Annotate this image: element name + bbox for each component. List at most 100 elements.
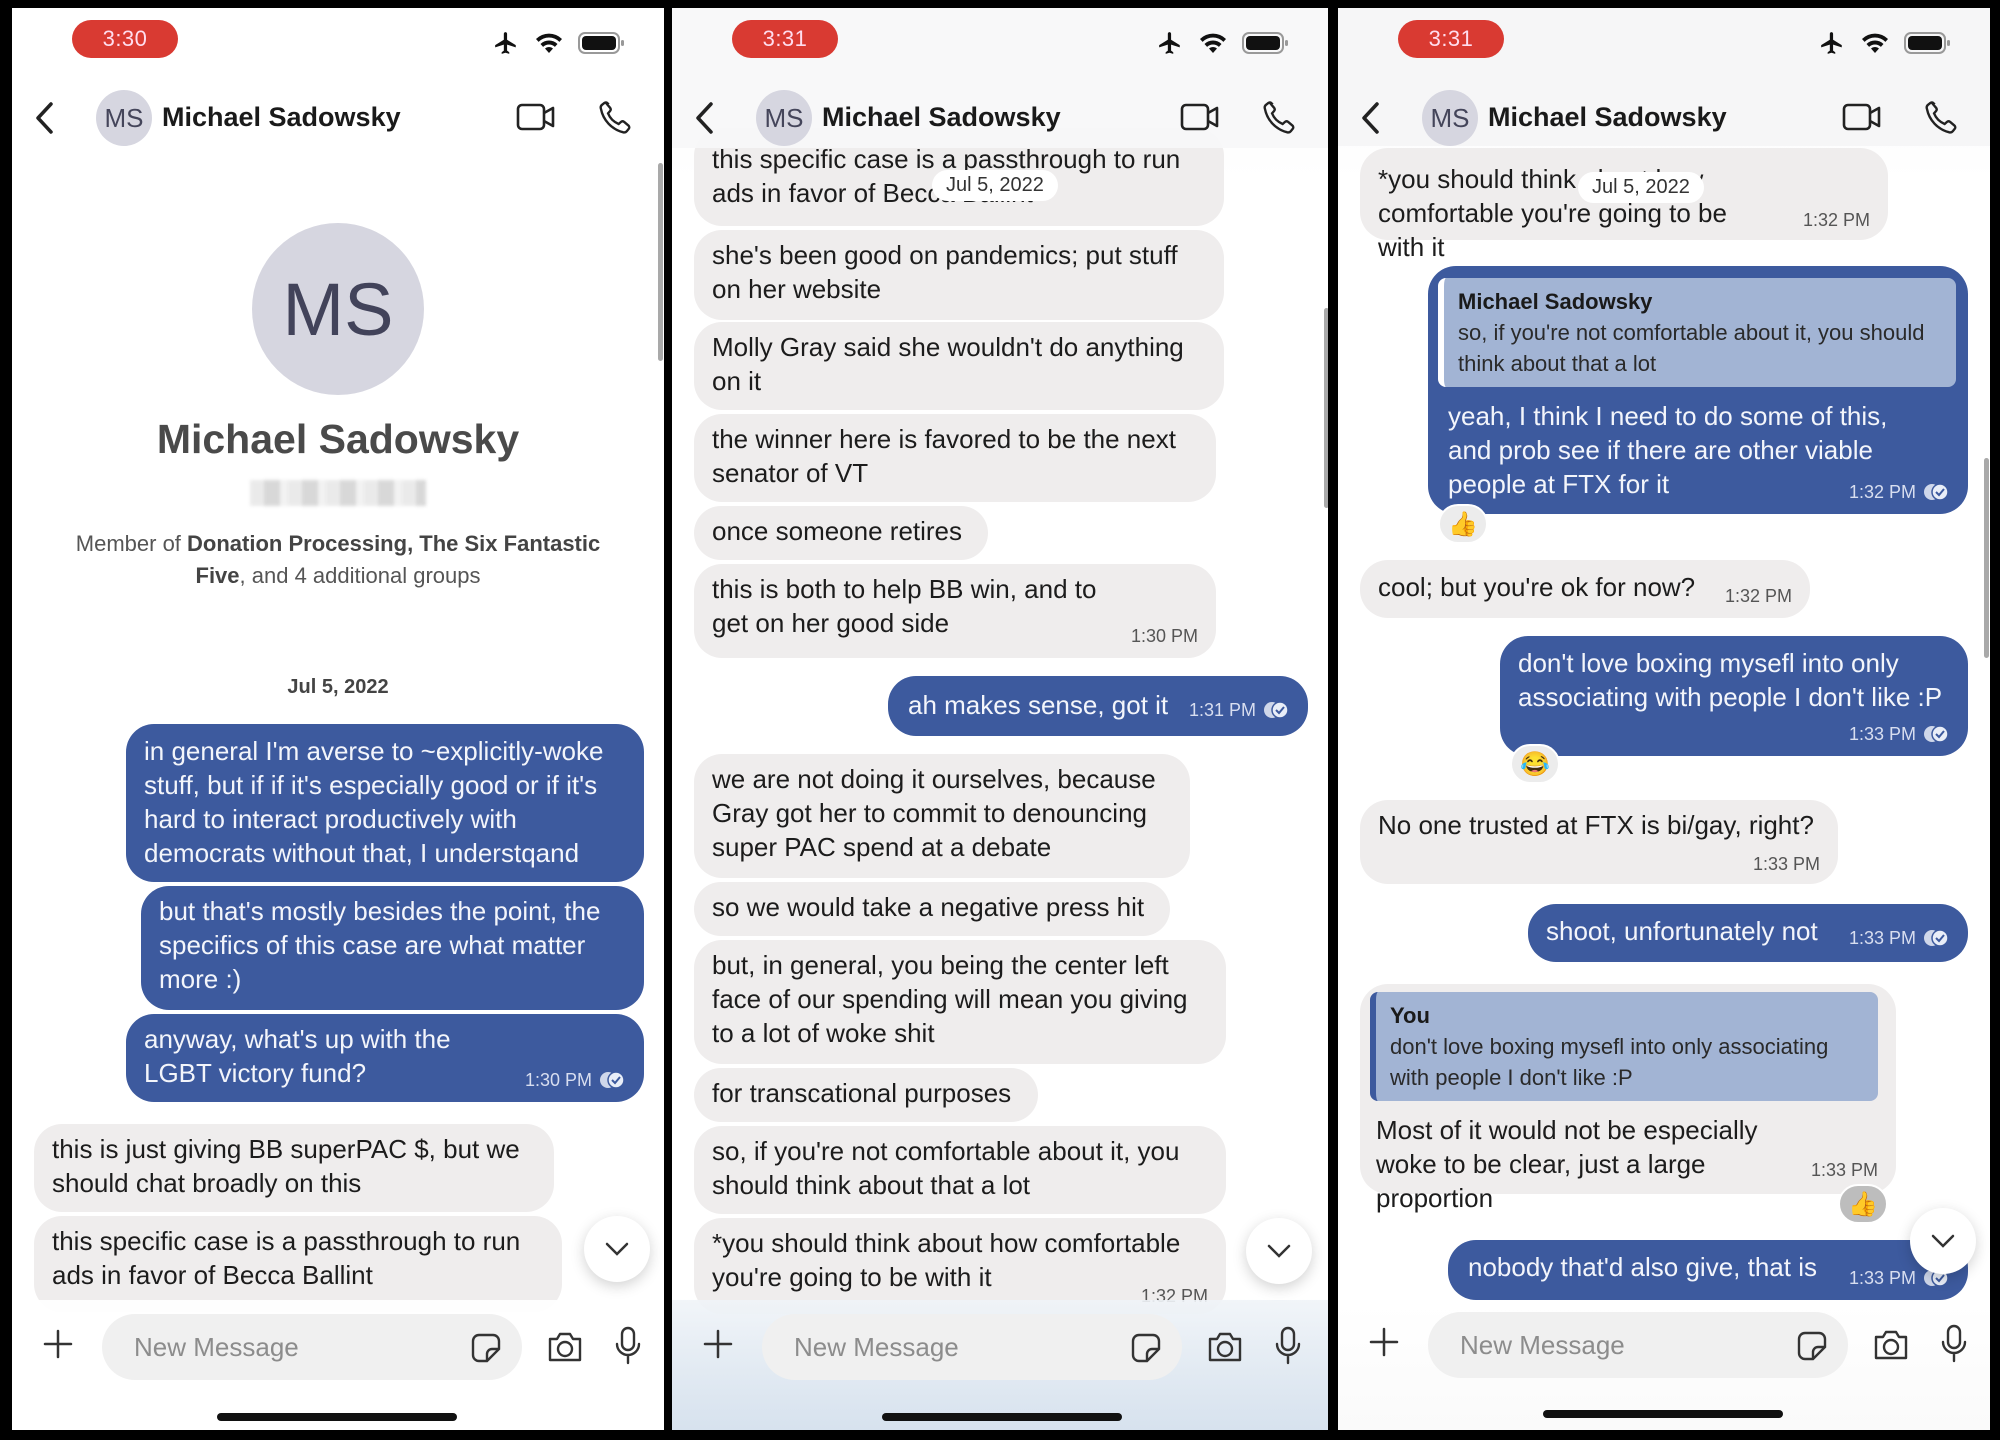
status-time: 3:30 (72, 20, 178, 58)
reply-quote[interactable]: You don't love boxing mysefl into only a… (1370, 992, 1878, 1101)
new-message-input[interactable] (1428, 1312, 1848, 1378)
voice-message-button[interactable] (1274, 1326, 1302, 1371)
floating-date-pill: Jul 5, 2022 (932, 170, 1058, 201)
date-separator: Jul 5, 2022 (287, 676, 389, 698)
message-bubble[interactable]: this is just giving BB superPAC $, but w… (34, 1124, 554, 1212)
message-bubble[interactable]: for transcational purposes (694, 1068, 1038, 1122)
sticker-button[interactable] (1796, 1330, 1828, 1367)
message-bubble[interactable]: so, if you're not comfortable about it, … (694, 1126, 1226, 1214)
scroll-to-bottom-button[interactable] (1910, 1208, 1976, 1274)
message-bubble[interactable]: anyway, what's up with the LGBT victory … (126, 1014, 644, 1102)
sticker-icon (1797, 1331, 1827, 1361)
battery-icon (1904, 32, 1950, 54)
scrollbar[interactable] (658, 163, 663, 361)
avatar[interactable]: MS (96, 90, 152, 146)
voice-call-button[interactable] (596, 98, 634, 141)
scroll-to-bottom-button[interactable] (1246, 1218, 1312, 1284)
voice-message-button[interactable] (1940, 1324, 1968, 1369)
message-timestamp: 1:30 PM (1130, 626, 1198, 646)
message-composer (1338, 1308, 1990, 1378)
sticker-button[interactable] (1130, 1332, 1162, 1369)
message-bubble[interactable]: but that's mostly besides the point, the… (141, 886, 644, 1010)
wifi-icon (1200, 33, 1226, 53)
reaction-badge[interactable]: 👍 (1838, 1184, 1888, 1224)
voice-call-button[interactable] (1260, 98, 1298, 141)
camera-button[interactable] (546, 1330, 584, 1369)
add-attachment-button[interactable] (1368, 1326, 1400, 1363)
contact-name[interactable]: Michael Sadowsky (162, 102, 401, 133)
camera-button[interactable] (1206, 1330, 1244, 1369)
camera-button[interactable] (1872, 1328, 1910, 1367)
message-bubble[interactable]: this specific case is a passthrough to r… (34, 1216, 562, 1312)
add-attachment-button[interactable] (42, 1328, 74, 1365)
message-bubble[interactable]: so we would take a negative press hit (694, 882, 1170, 936)
read-receipt-icon (1924, 929, 1949, 947)
add-attachment-button[interactable] (702, 1328, 734, 1365)
back-button[interactable] (1352, 98, 1388, 138)
message-bubble[interactable]: Molly Gray said she wouldn't do anything… (694, 322, 1224, 410)
chevron-down-icon (1931, 1234, 1955, 1248)
message-timestamp: 1:31 PM (1189, 700, 1290, 720)
message-bubble[interactable]: nobody that'd also give, that is 1:33 PM (1448, 1240, 1968, 1300)
reaction-badge[interactable]: 😂 (1510, 744, 1560, 784)
battery-icon (578, 32, 624, 54)
voice-message-button[interactable] (614, 1326, 642, 1371)
message-bubble[interactable]: Michael Sadowsky so, if you're not comfo… (1428, 266, 1968, 514)
microphone-icon (1941, 1324, 1967, 1363)
message-bubble[interactable]: once someone retires (694, 506, 988, 560)
message-bubble[interactable]: in general I'm averse to ~explicitly-wok… (126, 724, 644, 882)
reaction-badge[interactable]: 👍 (1438, 504, 1488, 544)
avatar[interactable]: MS (756, 90, 812, 146)
camera-icon (548, 1332, 582, 1362)
avatar[interactable]: MS (1422, 90, 1478, 146)
chevron-left-icon (36, 102, 53, 134)
sticker-button[interactable] (470, 1332, 502, 1369)
chevron-down-icon (605, 1242, 629, 1256)
scrollbar[interactable] (1984, 458, 1989, 658)
video-camera-icon (1842, 103, 1881, 131)
back-button[interactable] (26, 98, 62, 138)
message-bubble[interactable]: the winner here is favored to be the nex… (694, 414, 1216, 502)
home-indicator (1543, 1410, 1783, 1418)
message-bubble[interactable]: don't love boxing mysefl into only assoc… (1500, 636, 1968, 756)
status-icons (1818, 30, 1950, 56)
message-composer (12, 1310, 664, 1380)
message-timestamp: 1:32 PM (1724, 586, 1792, 606)
message-bubble[interactable]: but, in general, you being the center le… (694, 940, 1226, 1064)
voice-call-button[interactable] (1922, 98, 1960, 141)
camera-icon (1208, 1332, 1242, 1362)
video-call-button[interactable] (1180, 102, 1220, 137)
back-button[interactable] (686, 98, 722, 138)
scrollbar[interactable] (1324, 308, 1328, 508)
video-call-button[interactable] (1842, 102, 1882, 137)
contact-name[interactable]: Michael Sadowsky (822, 102, 1061, 133)
airplane-mode-icon (495, 32, 516, 54)
airplane-mode-icon (1821, 32, 1842, 54)
message-bubble[interactable]: You don't love boxing mysefl into only a… (1360, 984, 1896, 1213)
battery-icon (1242, 32, 1288, 54)
message-bubble[interactable]: shoot, unfortunately not 1:33 PM (1528, 904, 1968, 962)
reply-quote[interactable]: Michael Sadowsky so, if you're not comfo… (1438, 278, 1956, 387)
sticker-icon (471, 1333, 501, 1363)
airplane-mode-icon (1159, 32, 1180, 54)
chevron-left-icon (1362, 102, 1379, 134)
new-message-input[interactable] (762, 1314, 1182, 1380)
message-bubble[interactable]: she's been good on pandemics; put stuff … (694, 230, 1224, 320)
plus-icon (1369, 1327, 1399, 1357)
chat-header: MS Michael Sadowsky (672, 88, 1328, 148)
scroll-to-bottom-button[interactable] (584, 1216, 650, 1282)
message-timestamp: 1:32 PM (1802, 210, 1870, 230)
message-bubble[interactable]: we are not doing it ourselves, because G… (694, 754, 1190, 878)
message-bubble[interactable]: this is both to help BB win, and to get … (694, 564, 1216, 658)
new-message-input[interactable] (102, 1314, 522, 1380)
video-call-button[interactable] (516, 102, 556, 137)
read-receipt-icon (600, 1071, 625, 1089)
status-time: 3:31 (732, 20, 838, 58)
contact-name[interactable]: Michael Sadowsky (1488, 102, 1727, 133)
message-bubble[interactable]: cool; but you're ok for now? 1:32 PM (1360, 560, 1810, 618)
message-bubble[interactable]: No one trusted at FTX is bi/gay, right? … (1360, 800, 1838, 884)
group-membership: Member of Donation Processing, The Six F… (75, 531, 601, 588)
message-bubble[interactable]: ah makes sense, got it 1:31 PM (888, 676, 1308, 736)
home-indicator (882, 1413, 1122, 1421)
message-timestamp: 1:33 PM (1849, 724, 1950, 744)
